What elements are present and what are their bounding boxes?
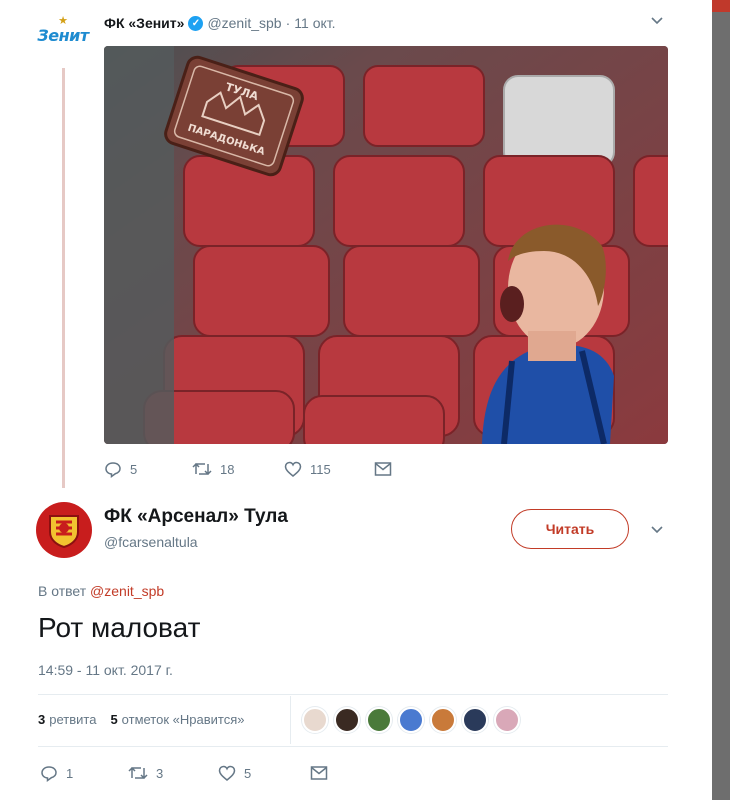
retweet-icon: [192, 460, 212, 478]
tweet2-actions: 1 3 5: [40, 764, 328, 782]
divider: [38, 694, 668, 695]
tweet2-author-name[interactable]: ФК «Арсенал» Тула: [104, 506, 288, 528]
stats-separator: [290, 696, 291, 744]
reply-icon: [104, 460, 122, 478]
like-count: 5: [244, 765, 252, 781]
verified-icon: ✓: [188, 15, 204, 31]
tweet2-author-handle[interactable]: @fcarsenaltula: [104, 534, 198, 550]
likes-stat-count: 5: [110, 712, 118, 727]
dm-button[interactable]: [310, 765, 328, 781]
liker-avatar[interactable]: [462, 707, 488, 733]
retweets-stat-count: 3: [38, 712, 46, 727]
retweets-stat[interactable]: 3 ретвита: [38, 712, 96, 727]
tweet1-date[interactable]: 11 окт.: [294, 15, 335, 31]
reply-context: В ответ @zenit_spb: [38, 583, 164, 599]
tweet2-stats: 3 ретвита 5 отметок «Нравится»: [38, 712, 244, 727]
likes-stat[interactable]: 5 отметок «Нравится»: [110, 712, 244, 727]
liker-avatar[interactable]: [302, 707, 328, 733]
reply-mention-link[interactable]: @zenit_spb: [90, 583, 164, 599]
tweet2-text: Рот маловат: [38, 612, 201, 643]
like-icon: [284, 460, 302, 478]
reply-count: 5: [130, 461, 138, 477]
retweet-icon: [128, 764, 148, 782]
retweets-stat-label: ретвита: [49, 712, 97, 727]
like-count: 115: [310, 461, 331, 477]
zenit-avatar[interactable]: ★ Зенит: [36, 16, 90, 60]
dm-button[interactable]: [374, 461, 392, 477]
retweet-count: 18: [220, 461, 235, 477]
tweet1-author-name[interactable]: ФК «Зенит»: [104, 15, 184, 31]
likers-avatars: [302, 707, 526, 733]
dm-icon: [310, 765, 328, 781]
follow-button[interactable]: Читать: [511, 509, 629, 549]
liker-avatar[interactable]: [398, 707, 424, 733]
window-scrollbar[interactable]: [712, 0, 730, 800]
dm-icon: [374, 461, 392, 477]
separator-dot: ·: [285, 15, 291, 31]
tweet1-author-handle[interactable]: @zenit_spb: [207, 15, 281, 31]
like-icon: [218, 764, 236, 782]
reply-icon: [40, 764, 58, 782]
chevron-down-icon[interactable]: [650, 522, 664, 539]
reply-count: 1: [66, 765, 74, 781]
scrollbar-accent: [712, 0, 730, 12]
retweet-button[interactable]: 18: [192, 460, 284, 478]
reply-button[interactable]: 1: [40, 764, 128, 782]
liker-avatar[interactable]: [366, 707, 392, 733]
likes-stat-label: отметок «Нравится»: [121, 712, 245, 727]
tweet1-image[interactable]: ТУЛА ПАРАДОНЬКА: [104, 46, 668, 444]
like-button[interactable]: 5: [218, 764, 310, 782]
chevron-down-icon[interactable]: [650, 13, 664, 30]
liker-avatar[interactable]: [430, 707, 456, 733]
liker-avatar[interactable]: [494, 707, 520, 733]
like-button[interactable]: 115: [284, 460, 374, 478]
zenit-logo-text: Зенит: [37, 26, 89, 45]
tweet1-header: ФК «Зенит» ✓ @zenit_spb · 11 окт.: [104, 13, 336, 33]
retweet-button[interactable]: 3: [128, 764, 218, 782]
liker-avatar[interactable]: [334, 707, 360, 733]
reply-prefix: В ответ: [38, 583, 87, 599]
tweet1-actions: 5 18 115: [104, 460, 392, 478]
arsenal-crest-icon: [49, 515, 79, 549]
divider: [38, 746, 668, 747]
arsenal-avatar[interactable]: [36, 502, 92, 558]
thread-connector: [62, 68, 65, 488]
tweet2-timestamp[interactable]: 14:59 - 11 окт. 2017 г.: [38, 662, 173, 678]
retweet-count: 3: [156, 765, 164, 781]
reply-button[interactable]: 5: [104, 460, 192, 478]
